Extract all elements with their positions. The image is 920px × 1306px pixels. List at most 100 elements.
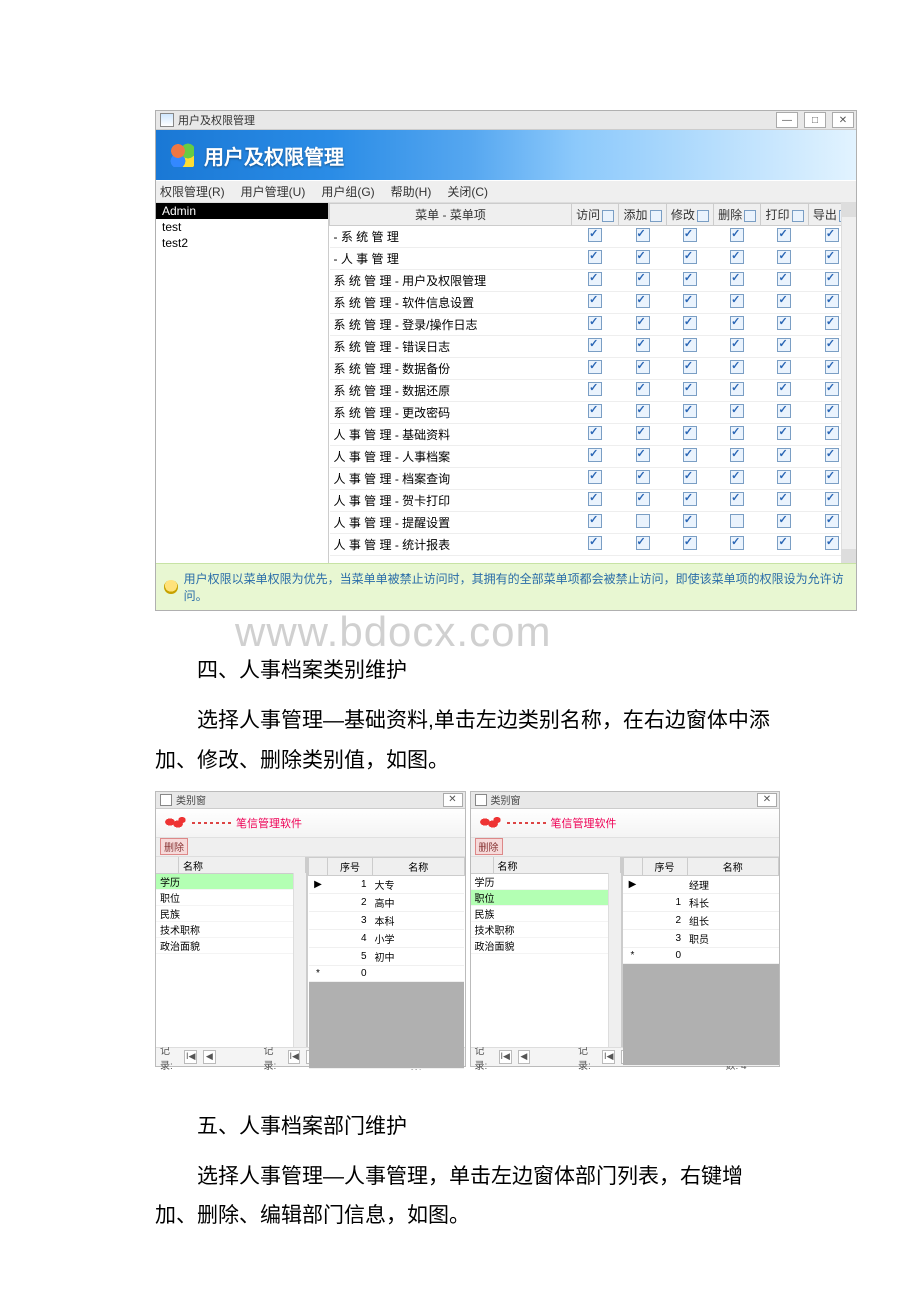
- checkbox-icon[interactable]: [636, 470, 650, 484]
- checkbox-icon[interactable]: [588, 360, 602, 374]
- permission-checkbox-cell[interactable]: [714, 446, 761, 468]
- checkbox-icon[interactable]: [683, 228, 697, 242]
- category-item[interactable]: 政治面貌: [156, 938, 306, 954]
- checkbox-icon[interactable]: [777, 514, 791, 528]
- permission-checkbox-cell[interactable]: [572, 534, 619, 556]
- checkbox-icon[interactable]: [730, 514, 744, 528]
- checkbox-icon[interactable]: [777, 426, 791, 440]
- permission-checkbox-cell[interactable]: [572, 512, 619, 534]
- checkbox-icon[interactable]: [825, 382, 839, 396]
- checkbox-icon[interactable]: [777, 360, 791, 374]
- checkbox-icon[interactable]: [588, 294, 602, 308]
- checkbox-icon[interactable]: [683, 448, 697, 462]
- checkbox-icon[interactable]: [683, 294, 697, 308]
- menu-help[interactable]: 帮助(H): [391, 183, 432, 200]
- permission-checkbox-cell[interactable]: [619, 292, 666, 314]
- permission-checkbox-cell[interactable]: [714, 336, 761, 358]
- checkbox-icon[interactable]: [730, 448, 744, 462]
- checkbox-icon[interactable]: [825, 272, 839, 286]
- checkbox-icon[interactable]: [636, 536, 650, 550]
- col-modify[interactable]: 修改: [666, 204, 713, 226]
- permission-checkbox-cell[interactable]: [666, 226, 713, 248]
- permission-checkbox-cell[interactable]: [761, 512, 808, 534]
- checkbox-icon[interactable]: [777, 228, 791, 242]
- permission-checkbox-cell[interactable]: [572, 468, 619, 490]
- permission-checkbox-cell[interactable]: [666, 468, 713, 490]
- value-grid[interactable]: 序号 名称 ▶ 1 大专 2 高中 3 本科 4 小学 5 初中 * 0: [308, 857, 465, 1047]
- nav-prev-button[interactable]: ◀: [203, 1050, 216, 1064]
- category-list[interactable]: 名称 学历职位民族技术职称政治面貌: [156, 857, 308, 1047]
- permission-checkbox-cell[interactable]: [714, 402, 761, 424]
- col-seq[interactable]: 序号: [642, 857, 687, 875]
- menu-close[interactable]: 关闭(C): [447, 183, 488, 200]
- checkbox-icon[interactable]: [588, 448, 602, 462]
- permission-checkbox-cell[interactable]: [666, 314, 713, 336]
- category-item[interactable]: 学历: [156, 874, 306, 890]
- checkbox-icon[interactable]: [777, 448, 791, 462]
- permission-checkbox-cell[interactable]: [761, 292, 808, 314]
- nav-first-button[interactable]: I◀: [184, 1050, 197, 1064]
- window-titlebar[interactable]: 类别窗 ✕: [156, 792, 465, 809]
- checkbox-icon[interactable]: [730, 228, 744, 242]
- permission-checkbox-cell[interactable]: [761, 446, 808, 468]
- checkbox-icon[interactable]: [588, 228, 602, 242]
- checkbox-icon[interactable]: [588, 338, 602, 352]
- permission-checkbox-cell[interactable]: [666, 512, 713, 534]
- permission-checkbox-cell[interactable]: [619, 534, 666, 556]
- user-list-item[interactable]: Admin: [156, 203, 328, 219]
- permission-checkbox-cell[interactable]: [572, 314, 619, 336]
- checkbox-icon[interactable]: [825, 536, 839, 550]
- permission-checkbox-cell[interactable]: [761, 490, 808, 512]
- checkbox-icon[interactable]: [636, 448, 650, 462]
- checkbox-icon[interactable]: [636, 514, 650, 528]
- scroll-up-icon[interactable]: [842, 203, 856, 217]
- checkbox-icon[interactable]: [825, 294, 839, 308]
- permission-checkbox-cell[interactable]: [761, 468, 808, 490]
- permission-checkbox-cell[interactable]: [761, 270, 808, 292]
- checkbox-icon[interactable]: [777, 272, 791, 286]
- checkbox-icon[interactable]: [636, 492, 650, 506]
- checkbox-icon[interactable]: [683, 404, 697, 418]
- checkbox-icon[interactable]: [636, 404, 650, 418]
- permission-checkbox-cell[interactable]: [572, 380, 619, 402]
- checkbox-icon[interactable]: [588, 514, 602, 528]
- col-name-header[interactable]: 名称: [179, 857, 306, 873]
- value-row[interactable]: 1 科长: [623, 893, 779, 911]
- checkbox-icon[interactable]: [588, 316, 602, 330]
- value-row[interactable]: 5 初中: [309, 947, 465, 965]
- permission-checkbox-cell[interactable]: [761, 380, 808, 402]
- checkbox-icon[interactable]: [777, 294, 791, 308]
- checkbox-icon[interactable]: [588, 492, 602, 506]
- checkbox-icon[interactable]: [683, 536, 697, 550]
- category-item[interactable]: 技术职称: [156, 922, 306, 938]
- col-menu[interactable]: 菜单 - 菜单项: [330, 204, 572, 226]
- checkbox-icon[interactable]: [588, 250, 602, 264]
- permission-checkbox-cell[interactable]: [572, 424, 619, 446]
- permission-checkbox-cell[interactable]: [761, 248, 808, 270]
- nav-first-button-2[interactable]: I◀: [602, 1050, 615, 1064]
- checkbox-icon[interactable]: [588, 272, 602, 286]
- value-row[interactable]: 3 职员: [623, 929, 779, 947]
- col-name-header[interactable]: 名称: [494, 857, 621, 873]
- col-visit[interactable]: 访问: [572, 204, 619, 226]
- checkbox-icon[interactable]: [636, 228, 650, 242]
- checkbox-icon[interactable]: [730, 470, 744, 484]
- checkbox-icon[interactable]: [777, 536, 791, 550]
- menu-user[interactable]: 用户管理(U): [241, 183, 306, 200]
- category-item[interactable]: 政治面貌: [471, 938, 621, 954]
- checkbox-icon[interactable]: [683, 316, 697, 330]
- permission-checkbox-cell[interactable]: [666, 336, 713, 358]
- permission-checkbox-cell[interactable]: [666, 402, 713, 424]
- col-add[interactable]: 添加: [619, 204, 666, 226]
- checkbox-icon[interactable]: [825, 250, 839, 264]
- checkbox-icon[interactable]: [683, 492, 697, 506]
- menu-group[interactable]: 用户组(G): [321, 183, 374, 200]
- window-titlebar[interactable]: 类别窗 ✕: [471, 792, 780, 809]
- checkbox-icon[interactable]: [730, 250, 744, 264]
- permission-checkbox-cell[interactable]: [666, 248, 713, 270]
- delete-button[interactable]: 删除: [475, 838, 503, 855]
- permission-checkbox-cell[interactable]: [572, 402, 619, 424]
- checkbox-icon[interactable]: [777, 404, 791, 418]
- value-row[interactable]: 2 高中: [309, 893, 465, 911]
- checkbox-icon[interactable]: [636, 316, 650, 330]
